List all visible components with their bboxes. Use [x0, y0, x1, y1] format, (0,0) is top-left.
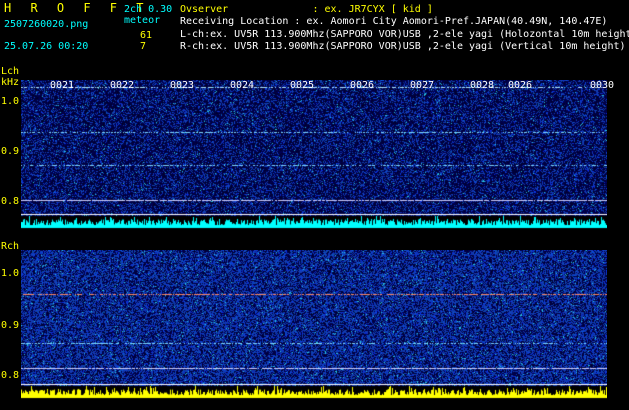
time-mark: 0023	[170, 80, 195, 91]
datetime-label: 25.07.26 00:20	[4, 41, 89, 52]
time-mark: 0027	[410, 80, 435, 91]
signal-type-label: meteor	[124, 15, 161, 26]
time-mark: 0026	[350, 80, 375, 91]
lch-tick-1: 1.0	[1, 96, 20, 107]
rch-info-line: R-ch:ex. UV5R 113.900Mhz(SAPPORO VOR)USB…	[180, 41, 626, 52]
rch-tick-2: 0.9	[1, 320, 20, 331]
rch-waterfall	[21, 250, 607, 400]
time-mark: 0025	[290, 80, 315, 91]
rch-waterfall-panel	[21, 250, 607, 400]
rch-count: 7	[140, 41, 147, 52]
observer-line: Ovserver : ex. JR7CYX [ kid ]	[180, 4, 433, 15]
time-mark: 0021	[50, 80, 75, 91]
time-mark: 0028	[470, 80, 495, 91]
lch-info-line: L-ch:ex. UV5R 113.900Mhz(SAPPORO VOR)USB…	[180, 29, 629, 40]
lch-tick-3: 0.8	[1, 196, 20, 207]
rch-tick-1: 1.0	[1, 268, 20, 279]
time-mark: 0024	[230, 80, 255, 91]
lch-tick-2: 0.9	[1, 146, 20, 157]
lch-label: Lch	[1, 66, 20, 77]
lch-unit: kHz	[1, 77, 20, 88]
filename-label: 2507260020.png	[4, 19, 89, 30]
location-line: Receiving Location : ex. Aomori City Aom…	[180, 16, 608, 27]
lch-waterfall	[21, 80, 607, 230]
lch-waterfall-panel	[21, 80, 607, 230]
time-mark: 0030	[590, 80, 615, 91]
rch-tick-3: 0.8	[1, 370, 20, 381]
rch-label: Rch	[1, 241, 20, 252]
time-mark: 0022	[110, 80, 135, 91]
time-mark: 0026	[508, 80, 533, 91]
lch-count: 61	[140, 30, 153, 41]
mode-label: 2ch 0.30	[124, 4, 173, 15]
